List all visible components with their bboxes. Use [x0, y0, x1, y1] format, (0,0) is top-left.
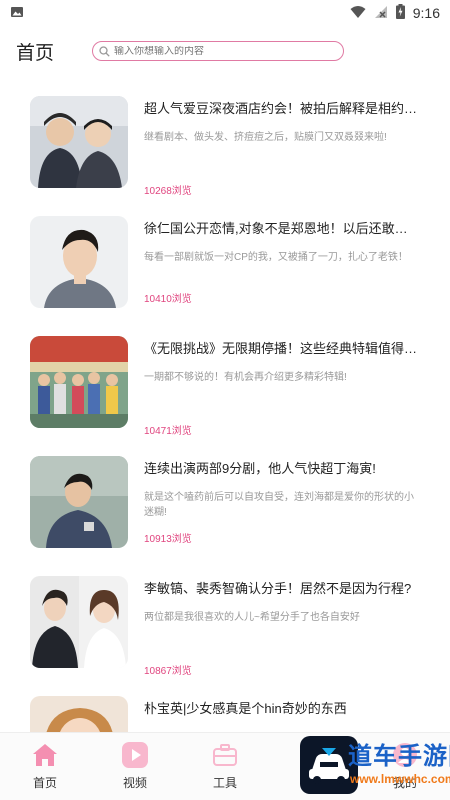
article-item[interactable]: 《无限挑战》无限期停播！这些经典特辑值得重... 一期都不够说的！有机会再介绍更… — [0, 336, 450, 456]
tab-home[interactable]: 首页 — [0, 733, 90, 800]
search-input[interactable] — [114, 45, 337, 57]
article-views: 10913浏览 — [144, 534, 192, 545]
status-time: 9:16 — [412, 5, 440, 21]
status-bar: 9:16 — [0, 0, 450, 26]
article-views: 10268浏览 — [144, 186, 192, 197]
article-title[interactable]: 《无限挑战》无限期停播！这些经典特辑值得重... — [144, 340, 420, 358]
search-box[interactable] — [92, 41, 344, 61]
article-body: 《无限挑战》无限期停播！这些经典特辑值得重... 一期都不够说的！有机会再介绍更… — [144, 336, 420, 437]
article-summary: 每看一部剧就饭一对CP的我，又被捅了一刀，扎心了老铁！ — [144, 252, 408, 263]
article-body: 徐仁国公开恋情,对象不是郑恩地！以后还敢饭C... 每看一部剧就饭一对CP的我，… — [144, 216, 420, 305]
article-thumbnail — [30, 216, 128, 308]
article-item[interactable]: 徐仁国公开恋情,对象不是郑恩地！以后还敢饭C... 每看一部剧就饭一对CP的我，… — [0, 216, 450, 336]
article-thumbnail — [30, 96, 128, 188]
article-thumbnail — [30, 696, 128, 732]
home-icon — [32, 742, 58, 768]
article-views: 10867浏览 — [144, 666, 192, 677]
article-summary: 一期都不够说的！有机会再介绍更多精彩特辑! — [144, 372, 347, 383]
site-watermark: 道车手游网 www.lmwwhc.com — [250, 730, 450, 800]
article-body: 李敏镐、裴秀智确认分手！居然不是因为行程? 两位都是我很喜欢的人儿~希望分手了也… — [144, 576, 420, 677]
article-body: 朴宝英|少女感真是个hin奇妙的东西 — [144, 696, 420, 718]
tab-label: 视频 — [122, 776, 147, 790]
watermark-url: www.lmwwhc.com — [350, 772, 450, 786]
article-summary: 继看剧本、做头发、挤痘痘之后，贴膜门又双叒叕来啦! — [144, 132, 387, 143]
article-list: 超人气爱豆深夜酒店约会！被拍后解释是相约贴... 继看剧本、做头发、挤痘痘之后，… — [0, 96, 450, 732]
article-views: 10471浏览 — [144, 426, 192, 437]
article-title[interactable]: 朴宝英|少女感真是个hin奇妙的东西 — [144, 700, 420, 718]
article-title[interactable]: 连续出演两部9分剧，他人气快超丁海寅! — [144, 460, 420, 478]
article-item[interactable]: 李敏镐、裴秀智确认分手！居然不是因为行程? 两位都是我很喜欢的人儿~希望分手了也… — [0, 576, 450, 696]
article-title[interactable]: 超人气爱豆深夜酒店约会！被拍后解释是相约贴... — [144, 100, 420, 118]
battery-icon — [395, 4, 405, 22]
article-item[interactable]: 朴宝英|少女感真是个hin奇妙的东西 — [0, 696, 450, 732]
tab-label: 首页 — [32, 776, 57, 790]
article-views: 10410浏览 — [144, 294, 192, 305]
gallery-notification-icon — [10, 5, 24, 22]
toolbox-icon — [212, 742, 238, 768]
article-summary: 两位都是我很喜欢的人儿~希望分手了也各自安好 — [144, 612, 360, 623]
search-icon — [99, 45, 110, 57]
article-body: 超人气爱豆深夜酒店约会！被拍后解释是相约贴... 继看剧本、做头发、挤痘痘之后，… — [144, 96, 420, 197]
status-right: 9:16 — [350, 4, 440, 22]
tab-label: 工具 — [212, 776, 237, 790]
header: 首页 — [0, 26, 450, 76]
article-title[interactable]: 李敏镐、裴秀智确认分手！居然不是因为行程? — [144, 580, 420, 598]
article-thumbnail — [30, 336, 128, 428]
app-screen: 9:16 首页 输入你想输入的内容 超人气爱豆深夜酒店约会！被拍后解释是相约贴.… — [0, 0, 450, 800]
tab-video[interactable]: 视频 — [90, 733, 180, 800]
article-summary: 就是这个嗑药前后可以自攻自受，连刘海都是爱你的形状的小迷糊! — [144, 492, 414, 518]
play-icon — [122, 742, 148, 768]
watermark-label: 道车手游网 — [348, 743, 450, 770]
article-item[interactable]: 超人气爱豆深夜酒店约会！被拍后解释是相约贴... 继看剧本、做头发、挤痘痘之后，… — [0, 96, 450, 216]
wifi-icon — [350, 5, 366, 22]
signal-icon — [374, 5, 388, 22]
article-thumbnail — [30, 456, 128, 548]
article-body: 连续出演两部9分剧，他人气快超丁海寅! 就是这个嗑药前后可以自攻自受，连刘海都是… — [144, 456, 420, 545]
page-title: 首页 — [16, 42, 55, 64]
article-item[interactable]: 连续出演两部9分剧，他人气快超丁海寅! 就是这个嗑药前后可以自攻自受，连刘海都是… — [0, 456, 450, 576]
article-thumbnail — [30, 576, 128, 668]
article-title[interactable]: 徐仁国公开恋情,对象不是郑恩地！以后还敢饭C... — [144, 220, 420, 238]
